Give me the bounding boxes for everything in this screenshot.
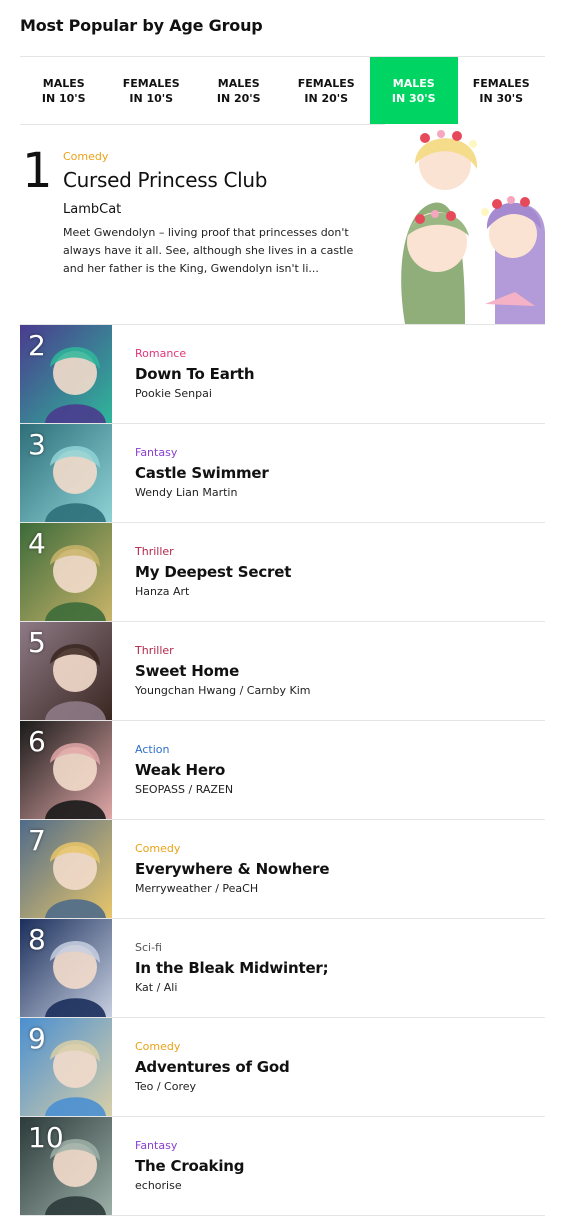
list-item[interactable]: 2 Romance Down To Earth Pookie Senpai <box>20 325 545 424</box>
list-item[interactable]: 9 Comedy Adventures of God Teo / Corey <box>20 1018 545 1117</box>
list-item[interactable]: 8 Sci-fi In the Bleak Midwinter; Kat / Ali <box>20 919 545 1018</box>
genre-label: Comedy <box>135 842 181 855</box>
comic-title[interactable]: Adventures of God <box>135 1058 290 1076</box>
tab-females-30s[interactable]: FEMALES IN 30'S <box>458 57 546 124</box>
rank-number: 8 <box>28 923 46 956</box>
list-item[interactable]: 4 Thriller My Deepest Secret Hanza Art <box>20 523 545 622</box>
genre-label: Action <box>135 743 170 756</box>
genre-label: Thriller <box>135 644 174 657</box>
cover-thumbnail[interactable]: 9 <box>20 1018 112 1116</box>
tab-males-30s[interactable]: MALES IN 30'S <box>370 57 458 124</box>
featured-item[interactable]: 1 Comedy Cursed Princess Club LambCat Me… <box>20 124 545 325</box>
tab-males-20s[interactable]: MALES IN 20'S <box>195 57 283 124</box>
comic-author: Wendy Lian Martin <box>135 486 238 499</box>
comic-title[interactable]: Cursed Princess Club <box>63 168 268 192</box>
comic-author: Teo / Corey <box>135 1080 197 1093</box>
rank-number: 1 <box>22 143 53 199</box>
genre-label: Comedy <box>63 150 109 163</box>
genre-label: Romance <box>135 347 187 360</box>
genre-label: Comedy <box>135 1040 181 1053</box>
list-item[interactable]: 3 Fantasy Castle Swimmer Wendy Lian Martin <box>20 424 545 523</box>
comic-description: Meet Gwendolyn – living proof that princ… <box>63 226 354 275</box>
comic-title[interactable]: Sweet Home <box>135 662 239 680</box>
comic-title[interactable]: Down To Earth <box>135 365 255 383</box>
genre-label: Fantasy <box>135 1139 178 1152</box>
rank-number: 2 <box>28 329 46 362</box>
genre-label: Fantasy <box>135 446 178 459</box>
rank-number: 10 <box>28 1121 64 1154</box>
cover-thumbnail[interactable]: 6 <box>20 721 112 819</box>
comic-author: Hanza Art <box>135 585 190 598</box>
comic-title[interactable]: Castle Swimmer <box>135 464 269 482</box>
list-item[interactable]: 6 Action Weak Hero SEOPASS / RAZEN <box>20 721 545 820</box>
comic-author: LambCat <box>63 202 122 217</box>
cover-thumbnail[interactable]: 5 <box>20 622 112 720</box>
comic-title[interactable]: Weak Hero <box>135 761 225 779</box>
rank-number: 6 <box>28 725 46 758</box>
comic-title[interactable]: The Croaking <box>135 1157 244 1175</box>
tab-females-10s[interactable]: FEMALES IN 10'S <box>108 57 196 124</box>
rank-number: 5 <box>28 626 46 659</box>
comic-author: Pookie Senpai <box>135 387 212 400</box>
list-item[interactable]: 7 Comedy Everywhere & Nowhere Merryweather … <box>20 820 545 919</box>
genre-label: Thriller <box>135 545 174 558</box>
comic-author: Youngchan Hwang / Carnby Kim <box>135 684 311 697</box>
cover-thumbnail[interactable]: 8 <box>20 919 112 1017</box>
comic-title[interactable]: My Deepest Secret <box>135 563 291 581</box>
cover-thumbnail[interactable]: 7 <box>20 820 112 918</box>
rank-number: 4 <box>28 527 46 560</box>
comic-title[interactable]: Everywhere & Nowhere <box>135 860 330 878</box>
tab-males-10s[interactable]: MALES IN 10'S <box>20 57 108 124</box>
rank-number: 3 <box>28 428 46 461</box>
comic-author: echorise <box>135 1179 182 1192</box>
tab-females-20s[interactable]: FEMALES IN 20'S <box>283 57 371 124</box>
comic-title[interactable]: In the Bleak Midwinter; <box>135 959 329 977</box>
age-group-tabs: MALES IN 10'S FEMALES IN 10'S MALES IN 2… <box>20 56 545 125</box>
cover-thumbnail[interactable]: 10 <box>20 1117 112 1215</box>
cover-thumbnail[interactable] <box>385 124 545 324</box>
comic-author: Kat / Ali <box>135 981 178 994</box>
rank-number: 9 <box>28 1022 46 1055</box>
list-item[interactable]: 5 Thriller Sweet Home Youngchan Hwang / Car… <box>20 622 545 721</box>
genre-label: Sci-fi <box>135 941 162 954</box>
rank-number: 7 <box>28 824 46 857</box>
cover-thumbnail[interactable]: 2 <box>20 325 112 423</box>
list-item[interactable]: 10 Fantasy The Croaking echorise <box>20 1117 545 1216</box>
cover-thumbnail[interactable]: 4 <box>20 523 112 621</box>
comic-author: Merryweather / PeaCH <box>135 882 259 895</box>
comic-author: SEOPASS / RAZEN <box>135 783 234 796</box>
section-title: Most Popular by Age Group <box>20 16 263 35</box>
cover-thumbnail[interactable]: 3 <box>20 424 112 522</box>
